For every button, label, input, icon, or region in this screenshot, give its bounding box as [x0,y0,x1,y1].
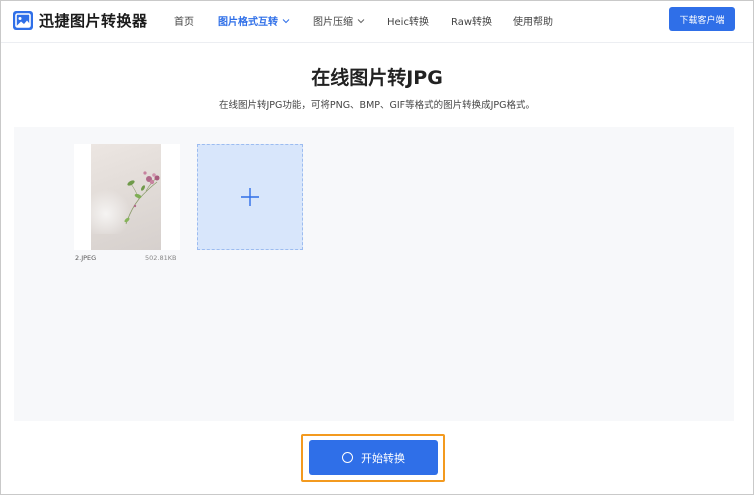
chevron-down-icon [357,18,365,23]
file-name: 2.JPEG [75,254,97,262]
nav-home-label: 首页 [174,17,194,28]
image-landscape-icon [13,11,33,30]
plus-icon [241,188,259,206]
download-client-button[interactable]: 下载客户端 [669,7,735,31]
nav-compress-label: 图片压缩 [313,17,353,28]
file-size: 502.81KB [145,254,177,262]
file-thumbnail[interactable] [74,144,180,250]
page-subtitle: 在线图片转JPG功能，可将PNG、BMP、GIF等格式的图片转换成JPG格式。 [218,100,536,111]
upload-area[interactable]: 2.JPEG 502.81KB [14,127,734,421]
ring-icon [342,452,353,463]
nav-format-convert[interactable]: 图片格式互转 [218,13,290,28]
nav-compress[interactable]: 图片压缩 [313,13,365,28]
nav-raw-label: Raw转换 [451,17,493,28]
thumbnail-image [91,144,161,250]
nav-home[interactable]: 首页 [174,13,194,28]
start-convert-label: 开始转换 [361,451,405,465]
app-name: 迅捷图片转换器 [39,12,148,30]
start-convert-button[interactable]: 开始转换 [309,440,438,475]
nav-format-convert-label: 图片格式互转 [218,17,278,28]
add-file-button[interactable] [197,144,303,250]
chevron-down-icon [282,18,290,23]
app-logo[interactable]: 迅捷图片转换器 [13,10,148,31]
nav-help[interactable]: 使用帮助 [513,13,553,28]
top-header: 迅捷图片转换器 首页 图片格式互转 图片压缩 Heic转换 Raw转换 使用帮助… [1,1,753,43]
nav-heic[interactable]: Heic转换 [387,13,429,28]
nav-raw[interactable]: Raw转换 [451,13,492,28]
page-title: 在线图片转JPG [311,67,443,89]
nav-help-label: 使用帮助 [513,17,553,28]
nav-heic-label: Heic转换 [387,17,429,28]
